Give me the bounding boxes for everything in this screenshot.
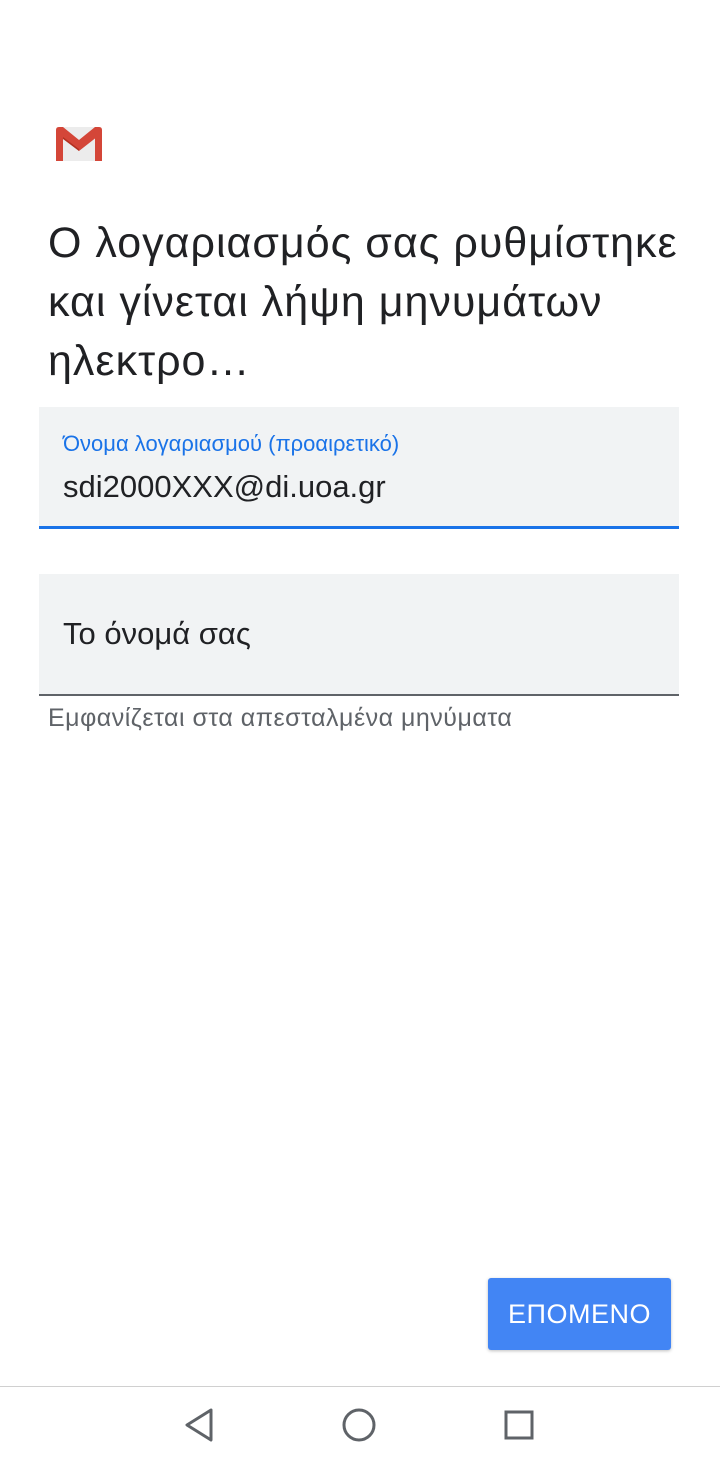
account-name-label: Όνομα λογαριασμού (προαιρετικό) (63, 431, 400, 456)
recents-button[interactable] (499, 1405, 539, 1445)
your-name-helper-text: Εμφανίζεται στα απεσταλμένα μηνύματα (48, 704, 513, 732)
your-name-input[interactable] (63, 616, 653, 652)
home-button[interactable] (339, 1405, 379, 1445)
account-name-field[interactable]: Όνομα λογαριασμού (προαιρετικό) (39, 407, 679, 529)
system-nav-bar (0, 1386, 720, 1458)
page-title: Ο λογαριασμός σας ρυθμίστηκε και γίνεται… (48, 219, 678, 385)
back-button[interactable] (179, 1405, 219, 1445)
recents-square-icon (504, 1410, 534, 1440)
account-name-input[interactable] (63, 469, 653, 505)
screen: Ο λογαριασμός σας ρυθμίστηκε και γίνεται… (0, 0, 720, 1458)
your-name-field[interactable] (39, 574, 679, 696)
gmail-logo-icon (56, 127, 102, 161)
next-button[interactable]: ΕΠΟΜΕΝΟ (488, 1278, 671, 1350)
back-triangle-icon (185, 1408, 213, 1442)
home-circle-icon (342, 1408, 376, 1442)
